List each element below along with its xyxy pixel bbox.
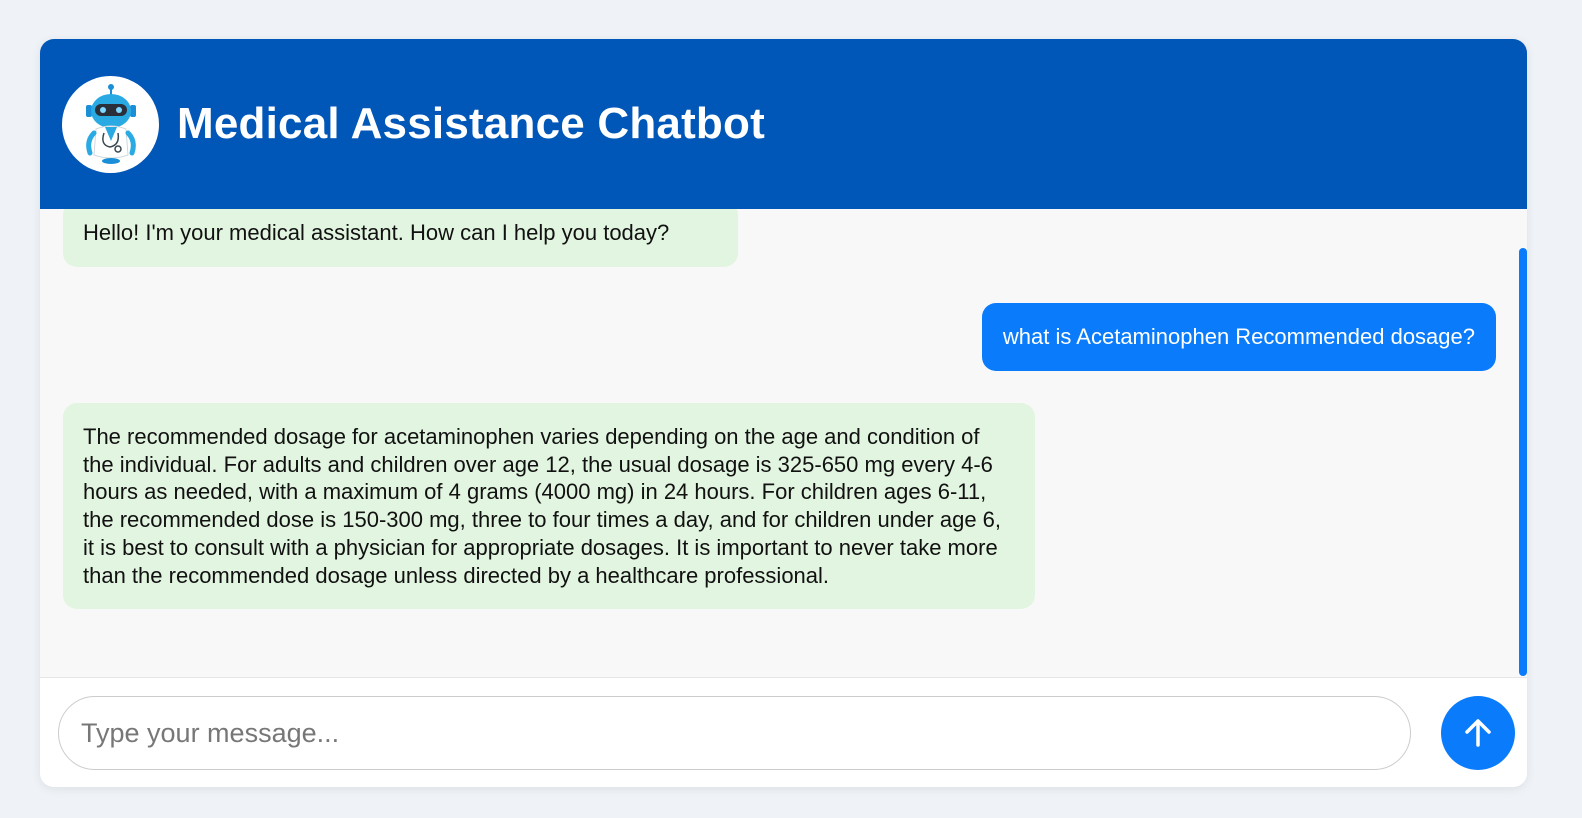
bot-avatar [62,75,159,173]
input-bar [40,677,1527,787]
bot-message: The recommended dosage for acetaminophen… [63,403,1035,610]
page-title: Medical Assistance Chatbot [177,99,765,148]
message-list[interactable]: Hello! I'm your medical assistant. How c… [40,209,1527,677]
arrow-up-icon [1465,719,1491,747]
user-message: what is Acetaminophen Recommended dosage… [981,303,1496,371]
chat-header: Medical Assistance Chatbot [40,39,1527,209]
message-input[interactable] [58,696,1411,770]
bot-message: Hello! I'm your medical assistant. How c… [63,209,738,267]
robot-doctor-icon [85,84,136,164]
send-button[interactable] [1441,696,1515,770]
scrollbar-thumb[interactable] [1519,248,1527,676]
chat-window: Medical Assistance Chatbot Hello! I'm yo… [40,39,1527,787]
